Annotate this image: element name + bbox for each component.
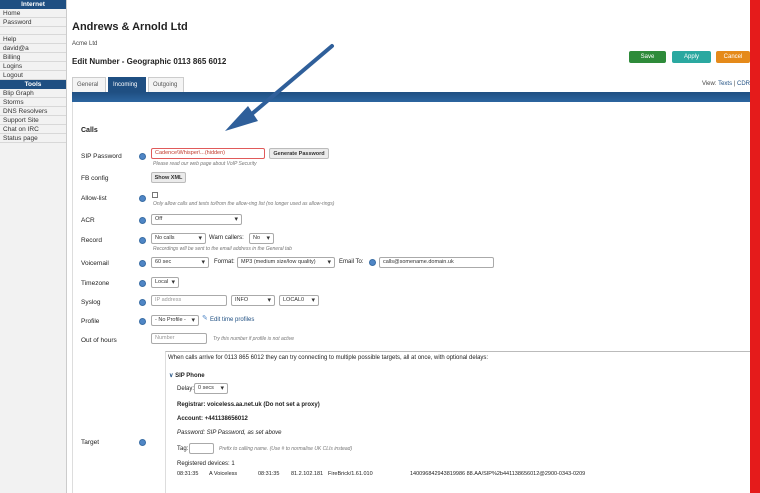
- record-select[interactable]: No calls: [151, 233, 206, 244]
- sip-password-label: SIP Password: [81, 153, 122, 160]
- delay-label: Delay:: [177, 386, 195, 392]
- allow-list-label: Allow-list: [81, 195, 107, 202]
- acr-label: ACR: [81, 217, 95, 224]
- fb-config-label: FB config: [81, 175, 109, 182]
- edit-time-profiles-link[interactable]: Edit time profiles: [210, 317, 254, 323]
- help-icon[interactable]: [139, 153, 146, 160]
- syslog-facility-select[interactable]: LOCAL0: [279, 295, 319, 306]
- allow-list-note: Only allow calls and texts to/from the a…: [153, 201, 335, 207]
- out-of-hours-note: Try this number if profile is not active: [213, 336, 295, 342]
- tag-label: Tag:: [177, 446, 189, 452]
- tag-input[interactable]: [189, 443, 214, 454]
- sidebar-item-storms[interactable]: Storms: [0, 98, 66, 107]
- sidebar-item-support-site[interactable]: Support Site: [0, 116, 66, 125]
- generate-password-button[interactable]: Generate Password: [269, 148, 329, 159]
- apply-button[interactable]: Apply: [672, 51, 711, 63]
- syslog-label: Syslog: [81, 299, 101, 306]
- warn-callers-label: Warn callers:: [209, 235, 244, 241]
- syslog-ip-input[interactable]: IP address: [151, 295, 227, 306]
- sidebar-item-logout[interactable]: Logout: [0, 71, 66, 80]
- main-content: Andrews & Arnold Ltd Acme Ltd Edit Numbe…: [68, 0, 751, 493]
- view-label: View:: [701, 81, 717, 87]
- sidebar-item-dns-resolvers[interactable]: DNS Resolvers: [0, 107, 66, 116]
- device-time1: 08:31:35: [177, 471, 199, 477]
- record-label: Record: [81, 237, 102, 244]
- out-of-hours-input[interactable]: Number: [151, 333, 207, 344]
- device-agent: A Voiceless: [209, 471, 238, 477]
- email-to-label: Email To:: [339, 259, 364, 265]
- sip-password-input[interactable]: Cadence\Whisper\...(hidden): [151, 148, 265, 159]
- help-icon[interactable]: [139, 299, 146, 306]
- acr-select[interactable]: Off: [151, 214, 242, 225]
- sidebar-spacer: [0, 27, 66, 35]
- target-label: Target: [81, 439, 100, 446]
- warn-callers-select[interactable]: No: [249, 233, 274, 244]
- red-edge-bar: [750, 0, 760, 493]
- sidebar-header-internet: Internet: [0, 0, 66, 9]
- incoming-form: Calls SIP Password Cadence\Whisper\...(h…: [72, 102, 751, 493]
- page-title: Edit Number - Geographic 0113 865 6012: [72, 57, 227, 66]
- email-to-input[interactable]: calls@somename.domain.uk: [379, 257, 494, 268]
- section-title-calls: Calls: [81, 127, 98, 134]
- allow-list-checkbox[interactable]: [152, 192, 158, 198]
- save-button[interactable]: Save: [629, 51, 666, 63]
- device-time2: 08:31:35: [258, 471, 280, 477]
- company-name: Andrews & Arnold Ltd: [72, 21, 188, 33]
- tab-content-header-band: [72, 92, 750, 102]
- show-xml-button[interactable]: Show XML: [151, 172, 186, 183]
- sidebar-header-tools: Tools: [0, 80, 66, 89]
- registrar-text: Registrar: voiceless.aa.net.uk (Do not s…: [177, 402, 320, 408]
- help-icon[interactable]: [369, 259, 376, 266]
- help-icon[interactable]: [139, 217, 146, 224]
- device-client: FireBrick/1.61.010: [328, 471, 373, 477]
- account-text: Account: +441138656012: [177, 416, 248, 422]
- record-note: Recordings will be sent to the email add…: [153, 246, 292, 252]
- voicemail-label: Voicemail: [81, 260, 109, 267]
- registered-devices-text: Registered devices: 1: [177, 461, 235, 467]
- timezone-label: Timezone: [81, 280, 110, 287]
- pencil-icon[interactable]: ✎: [202, 314, 208, 322]
- sidebar-item-password[interactable]: Password: [0, 18, 66, 27]
- timezone-select[interactable]: Local: [151, 277, 179, 288]
- help-icon[interactable]: [139, 195, 146, 202]
- sidebar-item-chat-irc[interactable]: Chat on IRC: [0, 125, 66, 134]
- voicemail-select[interactable]: 60 sec: [151, 257, 209, 268]
- help-icon[interactable]: [139, 439, 146, 446]
- tab-outgoing[interactable]: Outgoing: [148, 77, 184, 92]
- device-id: 140096842943819986 88.AA/SIP%2b441138656…: [410, 471, 586, 477]
- help-icon[interactable]: [139, 280, 146, 287]
- sidebar-item-blip-graph[interactable]: Blip Graph: [0, 89, 66, 98]
- help-icon[interactable]: [139, 237, 146, 244]
- delay-select[interactable]: 0 secs: [194, 383, 228, 394]
- sidebar-item-billing[interactable]: Billing: [0, 53, 66, 62]
- sidebar-item-home[interactable]: Home: [0, 9, 66, 18]
- sidebar-item-help[interactable]: Help: [0, 35, 66, 44]
- help-icon[interactable]: [139, 318, 146, 325]
- view-separator: |: [733, 81, 736, 87]
- tag-note: Prefix to calling name. (Use # to normal…: [219, 446, 353, 452]
- sidebar: Internet Home Password Help david@a Bill…: [0, 0, 67, 493]
- format-label: Format:: [214, 259, 235, 265]
- out-of-hours-label: Out of hours: [81, 337, 117, 344]
- tab-incoming[interactable]: Incoming: [108, 77, 146, 92]
- format-select[interactable]: MP3 (medium size/low quality): [237, 257, 335, 268]
- view-cdr-link[interactable]: CDR: [737, 81, 750, 87]
- sidebar-item-status-page[interactable]: Status page: [0, 134, 66, 143]
- sip-password-note: Please read our web page about VoIP Secu…: [153, 161, 257, 167]
- profile-label: Profile: [81, 318, 100, 325]
- sip-phone-title: SIP Phone: [175, 373, 205, 379]
- sidebar-item-logins[interactable]: Logins: [0, 62, 66, 71]
- account-name: Acme Ltd: [72, 41, 98, 47]
- profile-select[interactable]: - No Profile -: [151, 315, 199, 326]
- syslog-level-select[interactable]: INFO: [231, 295, 275, 306]
- help-icon[interactable]: [139, 260, 146, 267]
- sip-phone-heading[interactable]: ∨ SIP Phone: [169, 372, 205, 379]
- tab-general[interactable]: General: [72, 77, 106, 92]
- password-text: Password: SIP Password, as set above: [177, 430, 282, 436]
- view-links: View: Texts | CDR: [702, 81, 750, 87]
- cancel-button[interactable]: Cancel: [716, 51, 750, 63]
- view-texts-link[interactable]: Texts: [718, 81, 732, 87]
- device-ip: 81.2.102.181: [291, 471, 324, 477]
- sidebar-item-user[interactable]: david@a: [0, 44, 66, 53]
